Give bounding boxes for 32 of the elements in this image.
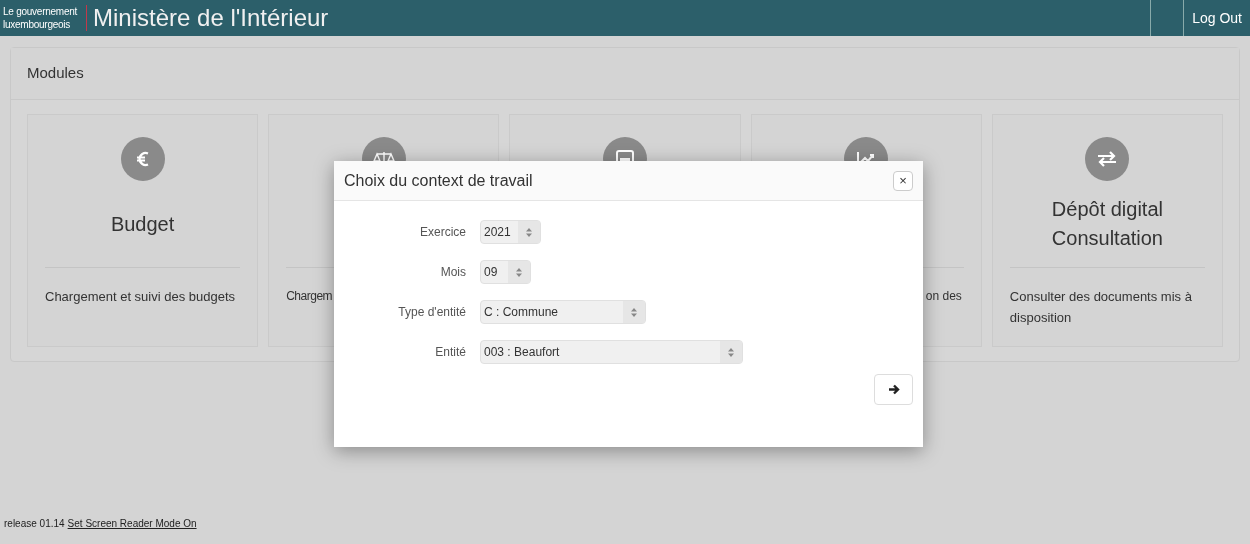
org-name: Le gouvernement luxembourgeois: [2, 5, 79, 31]
select-field[interactable]: 003 : Beaufort: [480, 340, 743, 364]
arrow-right-icon: [887, 384, 900, 395]
next-button[interactable]: [874, 374, 913, 405]
module-description: Chargem: [286, 288, 334, 305]
module-card[interactable]: Budget Chargement et suivi des budgets: [27, 114, 259, 347]
exchange-icon: [1085, 137, 1130, 181]
screen-reader-link[interactable]: Set Screen Reader Mode On: [67, 516, 197, 531]
field-label: Exercice: [419, 224, 467, 241]
release-version: release 01.14: [4, 517, 65, 531]
euro-icon: [120, 137, 165, 181]
select-field[interactable]: 2021: [480, 220, 541, 244]
close-button[interactable]: ×: [893, 170, 913, 191]
select-field[interactable]: 09: [480, 260, 531, 284]
select-field[interactable]: C : Commune: [480, 300, 646, 324]
app-title: Ministère de l'Intérieur: [93, 3, 329, 33]
dialog-title: Choix du context de travail: [344, 170, 534, 191]
field-label: Mois: [439, 264, 467, 281]
field-label: Type d'entité: [397, 304, 467, 321]
module-card[interactable]: Dépôt digital Consultation Consulter des documents mis à disposition: [991, 114, 1223, 347]
logout-button[interactable]: Log Out: [1184, 0, 1250, 36]
sort-icon: [631, 307, 637, 317]
module-title: Budget: [110, 211, 175, 237]
sort-icon: [526, 227, 532, 237]
field-label: Entité: [434, 344, 467, 361]
module-title: Dépôt digital Consultation: [1051, 197, 1163, 251]
panel-title: Modules: [27, 63, 84, 84]
module-description: Consulter des documents mis à disposition: [1009, 288, 1193, 327]
module-description: Chargement et suivi des budgets: [45, 288, 237, 306]
module-description: on des: [925, 288, 962, 305]
sort-icon: [728, 347, 734, 357]
sort-icon: [516, 267, 522, 277]
